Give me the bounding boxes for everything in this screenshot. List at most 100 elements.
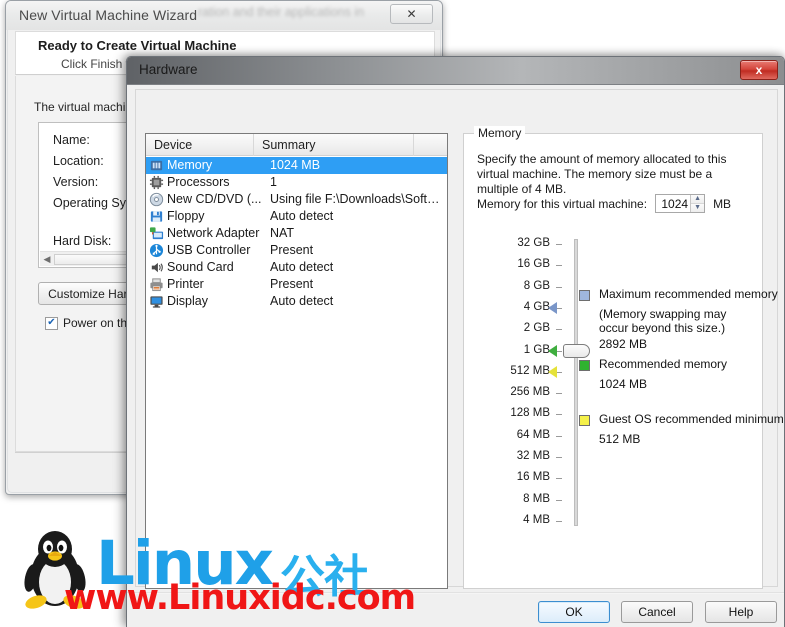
slider-tick-label: 16 GB xyxy=(517,258,550,271)
device-name: New CD/DVD (... xyxy=(167,192,262,206)
device-row-new-cd-dvd[interactable]: New CD/DVD (... Using file F:\Downloads\S… xyxy=(146,191,447,208)
linux-penguin-logo-icon xyxy=(24,531,86,609)
memory-slider-track[interactable] xyxy=(574,239,578,526)
slider-tick-label: 64 MB xyxy=(516,428,550,441)
slider-tick-label: 512 MB xyxy=(510,364,550,377)
device-name: Sound Card xyxy=(167,260,234,274)
device-name: Processors xyxy=(167,175,230,189)
column-header-summary[interactable]: Summary xyxy=(254,134,414,156)
hardware-title-bar: Hardware x xyxy=(127,57,784,85)
device-name: Floppy xyxy=(167,209,205,223)
column-header-device[interactable]: Device xyxy=(146,134,254,156)
device-summary: Present xyxy=(270,243,314,257)
device-row-floppy[interactable]: Floppy Auto detect xyxy=(146,208,447,225)
legend-note: (Memory swapping may occur beyond this s… xyxy=(599,307,727,335)
power-on-checkbox[interactable]: ✔ xyxy=(45,316,58,330)
hardware-footer: OK Cancel Help xyxy=(127,594,784,627)
wizard-title: New Virtual Machine Wizard xyxy=(19,7,198,23)
device-list-header: Device Summary xyxy=(146,134,447,156)
slider-tick-label: 256 MB xyxy=(510,386,550,399)
memory-spinner[interactable]: ▲ ▼ xyxy=(655,194,706,213)
recommended-marker-icon xyxy=(548,344,557,357)
legend-swatch xyxy=(579,290,590,301)
slider-tick-mark xyxy=(556,414,562,416)
hardware-title: Hardware xyxy=(139,62,198,77)
memory-field-row: Memory for this virtual machine: ▲ ▼ MB xyxy=(477,194,731,213)
slider-tick-mark xyxy=(556,499,562,501)
cddvd-icon xyxy=(149,192,164,207)
slider-tick-label: 1 GB xyxy=(523,343,550,356)
memory-slider-area: 32 GB 16 GB 8 GB 4 GB 2 GB 1 GB 512 MB 256 MB 12… xyxy=(464,232,784,532)
help-button[interactable]: Help xyxy=(705,601,777,623)
legend-title: Recommended memory xyxy=(599,357,728,371)
summary-row-name: Name: xyxy=(53,133,90,147)
slider-tick-label: 128 MB xyxy=(510,407,550,420)
device-summary: Auto detect xyxy=(270,209,334,223)
slider-tick-label: 16 MB xyxy=(516,471,550,484)
slider-tick-label: 2 GB xyxy=(523,322,550,335)
device-row-printer[interactable]: Printer Present xyxy=(146,276,447,293)
device-name: Display xyxy=(167,294,208,308)
guest-minimum-marker-icon xyxy=(548,365,557,378)
device-row-display[interactable]: Display Auto detect xyxy=(146,293,447,310)
slider-tick-label: 8 GB xyxy=(523,279,550,292)
slider-tick-label: 8 MB xyxy=(523,492,550,505)
memory-field-label: Memory for this virtual machine: xyxy=(477,196,648,211)
summary-row-harddisk: Hard Disk: xyxy=(53,234,112,248)
wizard-close-button[interactable]: ✕ xyxy=(390,4,433,24)
memory-settings-panel: Memory Specify the amount of memory allo… xyxy=(463,126,784,589)
floppy-icon xyxy=(149,209,164,224)
wizard-description: The virtual machine xyxy=(34,100,139,114)
device-row-processors[interactable]: Processors 1 xyxy=(146,174,447,191)
device-summary: Using file F:\Downloads\Soft… xyxy=(270,192,440,206)
scroll-left-arrow-icon[interactable]: ◀ xyxy=(41,253,53,266)
memory-spinner-arrows[interactable]: ▲ ▼ xyxy=(690,195,705,212)
device-list[interactable]: Device Summary Memory 1024 MB Processors 1 N… xyxy=(145,133,448,589)
slider-tick-mark xyxy=(556,435,562,437)
slider-tick-label: 32 MB xyxy=(516,450,550,462)
device-summary: 1 xyxy=(270,175,277,189)
column-header-extra[interactable] xyxy=(414,134,447,156)
wizard-heading: Ready to Create Virtual Machine xyxy=(38,38,237,53)
device-row-sound-card[interactable]: Sound Card Auto detect xyxy=(146,259,447,276)
sound-icon xyxy=(149,260,164,275)
slider-tick-mark xyxy=(556,244,562,245)
device-name: USB Controller xyxy=(167,243,251,257)
slider-tick-label: 4 MB xyxy=(523,513,550,526)
slider-tick-mark xyxy=(556,478,562,480)
slider-tick-mark xyxy=(556,520,562,522)
memory-unit-label: MB xyxy=(713,196,732,211)
spinner-down-icon[interactable]: ▼ xyxy=(691,204,705,212)
device-summary: Auto detect xyxy=(270,294,334,308)
device-name: Memory xyxy=(167,158,213,172)
legend-swatch xyxy=(579,360,590,371)
legend-value: 512 MB xyxy=(599,432,641,446)
slider-tick-mark xyxy=(556,457,562,458)
slider-tick-label: 4 GB xyxy=(523,300,550,313)
spinner-up-icon[interactable]: ▲ xyxy=(691,195,705,204)
slider-tick-mark xyxy=(556,329,562,331)
usb-icon xyxy=(149,243,164,258)
maximum-recommended-marker-icon xyxy=(548,301,557,314)
memory-icon xyxy=(149,158,164,173)
device-summary: Auto detect xyxy=(270,260,334,274)
slider-tick-mark xyxy=(556,286,562,288)
device-row-memory[interactable]: Memory 1024 MB xyxy=(146,157,447,174)
legend-value: 1024 MB xyxy=(599,377,648,391)
summary-row-version: Version: xyxy=(53,175,99,189)
memory-description: Specify the amount of memory allocated t… xyxy=(477,152,727,196)
ok-button[interactable]: OK xyxy=(538,601,610,623)
legend-title: Guest OS recommended minimum xyxy=(599,412,784,426)
memory-input[interactable] xyxy=(656,196,691,211)
device-row-usb-controller[interactable]: USB Controller Present xyxy=(146,242,447,259)
device-row-network-adapter[interactable]: Network Adapter NAT xyxy=(146,225,447,242)
hardware-content: Device Summary Memory 1024 MB Processors 1 N… xyxy=(127,85,784,592)
printer-icon xyxy=(149,277,164,292)
cancel-button[interactable]: Cancel xyxy=(621,601,693,623)
hardware-dialog: Hardware x Device Summary Memory 1024 MB P… xyxy=(126,56,785,627)
memory-slider-thumb[interactable] xyxy=(563,343,590,358)
slider-tick-label: 32 GB xyxy=(517,237,550,249)
hardware-close-button[interactable]: x xyxy=(740,60,778,80)
legend-title: Maximum recommended memory xyxy=(599,287,778,301)
cpu-icon xyxy=(149,175,164,190)
